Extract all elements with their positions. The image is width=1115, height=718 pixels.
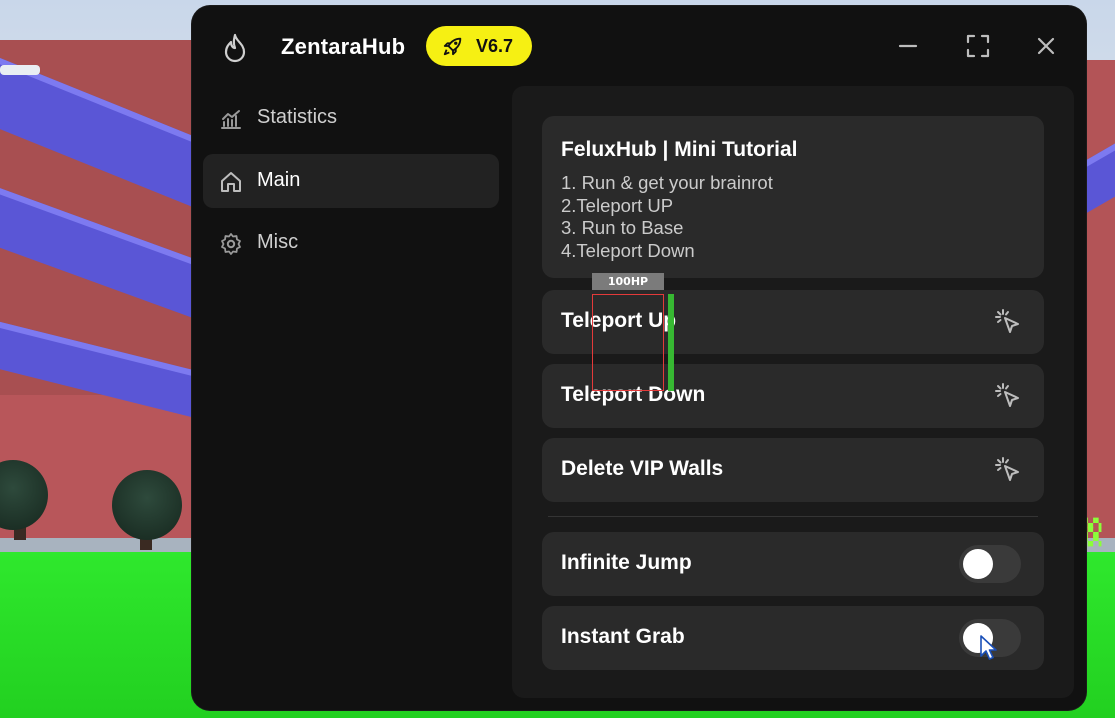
version-badge: V6.7 <box>426 26 532 66</box>
sidebar-item-label: Statistics <box>257 106 338 128</box>
infinite-jump-row: Infinite Jump <box>542 532 1044 596</box>
tutorial-title: FeluxHub | Mini Tutorial <box>561 138 798 161</box>
neon-sign: ▚▞▚ ▞▚▞ ▚▞▚ <box>1085 519 1102 547</box>
toggle-label: Instant Grab <box>561 625 685 648</box>
infinite-jump-toggle[interactable] <box>959 545 1021 583</box>
toggle-knob <box>963 549 993 579</box>
esp-player-box <box>592 294 664 391</box>
sidebar-item-label: Main <box>257 169 301 191</box>
tutorial-card: FeluxHub | Mini Tutorial 1. Run & get yo… <box>542 116 1044 278</box>
delete-vip-walls-button[interactable]: Delete VIP Walls <box>542 438 1044 502</box>
version-label: V6.7 <box>476 36 514 56</box>
sidebar-item-misc[interactable]: Misc <box>203 216 499 270</box>
click-cursor-icon <box>994 382 1022 410</box>
esp-health-bar <box>668 294 674 391</box>
tutorial-steps: 1. Run & get your brainrot 2.Teleport UP… <box>561 172 773 262</box>
section-divider <box>548 516 1038 517</box>
tutorial-step: 3. Run to Base <box>561 217 684 238</box>
maximize-icon <box>966 34 990 58</box>
esp-hp-tag: 100HP <box>592 273 664 290</box>
minimize-icon <box>898 44 918 48</box>
maximize-button[interactable] <box>964 32 992 60</box>
home-icon <box>219 170 243 194</box>
tutorial-step: 2.Teleport UP <box>561 194 674 216</box>
mouse-pointer-icon <box>979 634 999 662</box>
sidebar-item-label: Misc <box>257 231 299 253</box>
sidebar-item-statistics[interactable]: Statistics <box>203 91 499 145</box>
gear-icon <box>219 232 243 256</box>
title-bar[interactable]: ZentaraHub V6.7 <box>192 6 1086 88</box>
sidebar: Statistics Main Misc <box>192 88 510 688</box>
main-content-panel: FeluxHub | Mini Tutorial 1. Run & get yo… <box>512 86 1074 698</box>
click-cursor-icon <box>994 308 1022 336</box>
toggle-label: Infinite Jump <box>561 551 692 574</box>
ceiling-lamp <box>0 65 40 75</box>
tutorial-step: 1. Run & get your brainrot <box>561 172 773 193</box>
close-button[interactable] <box>1032 32 1060 60</box>
button-label: Delete VIP Walls <box>561 457 724 480</box>
sidebar-item-main[interactable]: Main <box>203 154 499 208</box>
instant-grab-row: Instant Grab <box>542 606 1044 670</box>
palm-tree <box>112 470 182 540</box>
close-icon <box>1037 37 1055 55</box>
rocket-icon <box>442 35 464 57</box>
flame-icon <box>222 33 248 63</box>
minimize-button[interactable] <box>894 32 922 60</box>
app-title: ZentaraHub <box>281 34 406 59</box>
click-cursor-icon <box>994 456 1022 484</box>
tutorial-step: 4.Teleport Down <box>561 239 695 261</box>
chart-icon <box>219 107 243 131</box>
